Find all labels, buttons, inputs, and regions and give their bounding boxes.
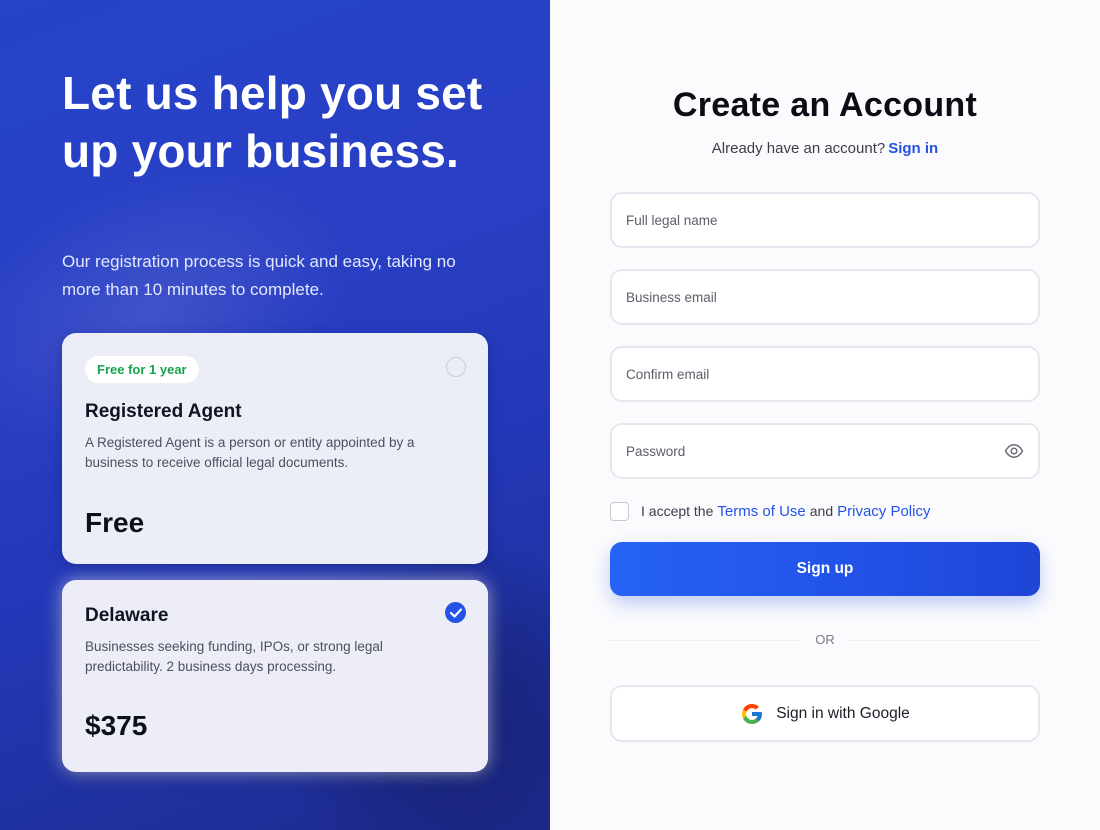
signup-panel: Create an Account Already have an accoun…: [550, 0, 1100, 830]
plan-title: Registered Agent: [85, 401, 242, 422]
checkbox-icon[interactable]: [610, 501, 629, 521]
plan-price: Free: [85, 507, 145, 538]
signin-link[interactable]: Sign in: [888, 140, 938, 157]
plan-price: $375: [85, 710, 148, 741]
terms-and: and: [809, 503, 834, 519]
terms-of-use-link[interactable]: Terms of Use: [717, 503, 805, 520]
terms-row: I accept the Terms of Use and Privacy Po…: [610, 500, 934, 522]
plan-description: Businesses seeking funding, IPOs, or str…: [85, 639, 383, 674]
signin-prompt-text: Already have an account?: [711, 140, 886, 157]
privacy-policy-link[interactable]: Privacy Policy: [837, 503, 930, 520]
password-input[interactable]: [626, 425, 1006, 477]
confirm-email-field[interactable]: [610, 346, 1040, 402]
plan-description: A Registered Agent is a person or entity…: [85, 435, 415, 470]
page-title: Create an Account: [672, 86, 978, 124]
eye-icon[interactable]: [1004, 442, 1024, 460]
hero-subtext: Our registration process is quick and ea…: [62, 252, 456, 299]
full-name-field[interactable]: [610, 192, 1040, 248]
google-signin-button[interactable]: Sign in with Google: [610, 685, 1040, 742]
full-name-input[interactable]: [626, 194, 1006, 246]
divider-line: [850, 640, 1040, 641]
google-signin-label: Sign in with Google: [776, 704, 910, 722]
signup-button[interactable]: Sign up: [610, 542, 1040, 596]
check-circle-icon[interactable]: [445, 602, 466, 623]
free-badge: Free for 1 year: [85, 356, 199, 383]
hero-panel: Let us help you set up your business. Ou…: [0, 0, 550, 830]
plan-card-registered-agent[interactable]: Free for 1 year Registered Agent A Regis…: [62, 333, 488, 564]
business-email-input[interactable]: [626, 271, 1006, 323]
radio-icon[interactable]: [446, 357, 466, 377]
password-field[interactable]: [610, 423, 1040, 479]
plan-card-delaware[interactable]: Delaware Businesses seeking funding, IPO…: [62, 580, 488, 772]
confirm-email-input[interactable]: [626, 348, 1006, 400]
plan-title: Delaware: [85, 605, 169, 626]
or-divider: OR: [610, 631, 1040, 651]
business-email-field[interactable]: [610, 269, 1040, 325]
hero-headline: Let us help you set up your business.: [62, 67, 483, 177]
signin-prompt: Already have an account? Sign in: [550, 140, 1100, 157]
terms-prefix: I accept the: [641, 503, 714, 519]
google-icon: [742, 703, 763, 724]
